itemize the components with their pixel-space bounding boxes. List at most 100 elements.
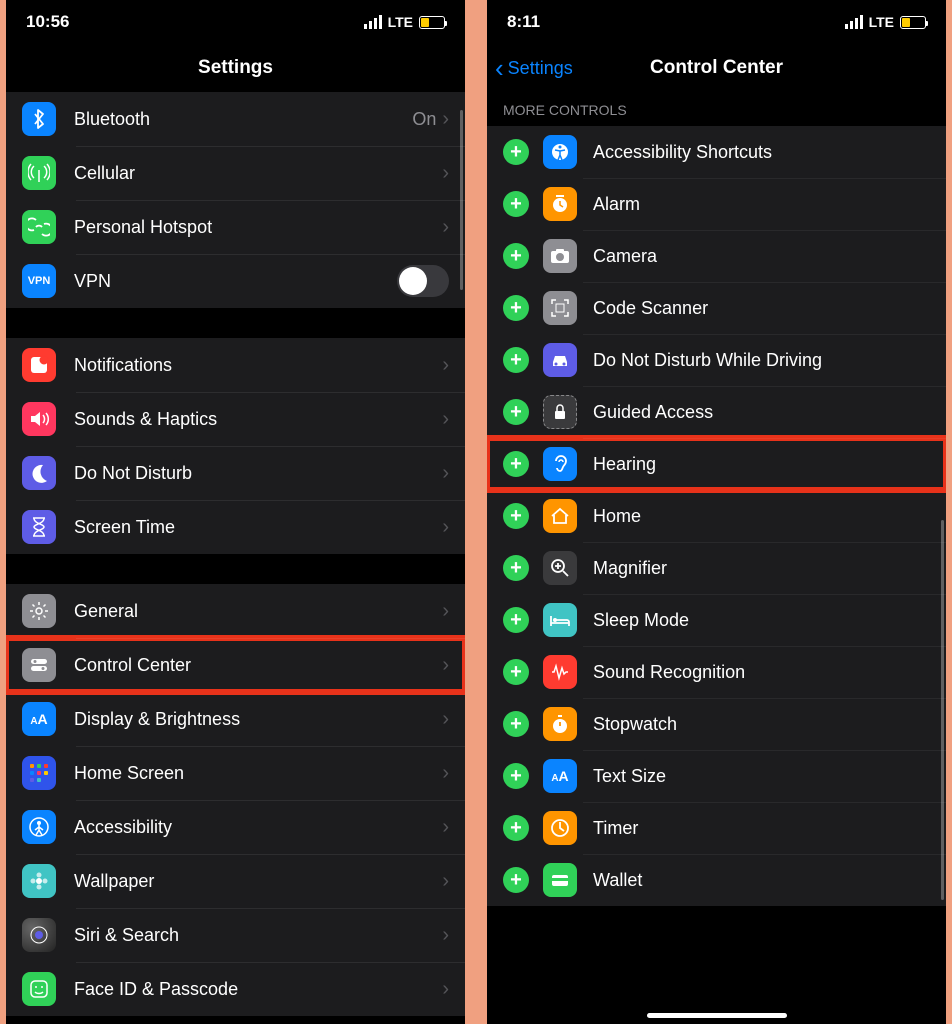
add-button[interactable]: +: [503, 347, 529, 373]
add-button[interactable]: +: [503, 607, 529, 633]
control-row-hearing[interactable]: + Hearing: [487, 438, 946, 490]
row-label: Notifications: [74, 355, 442, 376]
control-label: Do Not Disturb While Driving: [593, 350, 822, 371]
settings-row-bluetooth[interactable]: BluetoothOn›: [6, 92, 465, 146]
control-row-alarm[interactable]: +Alarm: [487, 178, 946, 230]
settings-row-general[interactable]: General›: [6, 584, 465, 638]
row-label: Siri & Search: [74, 925, 442, 946]
home-icon: [543, 499, 577, 533]
chevron-right-icon: ›: [442, 462, 449, 485]
signal-icon: [364, 15, 382, 29]
timer-icon: [543, 811, 577, 845]
carrier-label: LTE: [388, 14, 413, 30]
control-row-timer[interactable]: +Timer: [487, 802, 946, 854]
add-button[interactable]: +: [503, 815, 529, 841]
scrollbar[interactable]: [460, 110, 463, 290]
control-row-text-size[interactable]: +AAText Size: [487, 750, 946, 802]
code-scanner-icon: [543, 291, 577, 325]
settings-row-siri[interactable]: Siri & Search›: [6, 908, 465, 962]
general-icon: [22, 594, 56, 628]
control-row-magnifier[interactable]: + Magnifier: [487, 542, 946, 594]
add-button[interactable]: +: [503, 659, 529, 685]
add-button[interactable]: +: [503, 399, 529, 425]
control-row-wallet[interactable]: +Wallet: [487, 854, 946, 906]
add-button[interactable]: +: [503, 503, 529, 529]
add-button[interactable]: +: [503, 243, 529, 269]
chevron-right-icon: ›: [442, 408, 449, 431]
control-row-guided-access[interactable]: +Guided Access: [487, 386, 946, 438]
control-row-sleep-mode[interactable]: + Sleep Mode: [487, 594, 946, 646]
settings-row-display[interactable]: AADisplay & Brightness›: [6, 692, 465, 746]
row-label: Personal Hotspot: [74, 217, 442, 238]
chevron-right-icon: ›: [442, 162, 449, 185]
vpn-icon: VPN: [22, 264, 56, 298]
settings-row-faceid[interactable]: Face ID & Passcode›: [6, 962, 465, 1016]
control-row-accessibility-shortcuts[interactable]: +Accessibility Shortcuts: [487, 126, 946, 178]
header: ‹ Settings Control Center: [487, 44, 946, 92]
control-label: Magnifier: [593, 558, 667, 579]
add-button[interactable]: +: [503, 191, 529, 217]
status-right: LTE: [364, 14, 445, 30]
battery-icon: [419, 16, 445, 29]
cellular-icon: [22, 156, 56, 190]
settings-row-hotspot[interactable]: Personal Hotspot›: [6, 200, 465, 254]
add-button[interactable]: +: [503, 295, 529, 321]
control-row-home[interactable]: +Home: [487, 490, 946, 542]
sleep-mode-icon: [543, 603, 577, 637]
add-button[interactable]: +: [503, 867, 529, 893]
add-button[interactable]: +: [503, 451, 529, 477]
home-indicator[interactable]: [647, 1013, 787, 1018]
settings-row-dnd[interactable]: Do Not Disturb›: [6, 446, 465, 500]
display-icon: AA: [22, 702, 56, 736]
battery-icon: [900, 16, 926, 29]
chevron-right-icon: ›: [442, 708, 449, 731]
add-button[interactable]: +: [503, 711, 529, 737]
siri-icon: [22, 918, 56, 952]
scrollbar[interactable]: [941, 520, 944, 900]
control-row-camera[interactable]: +Camera: [487, 230, 946, 282]
page-title: Settings: [198, 57, 273, 79]
add-button[interactable]: +: [503, 763, 529, 789]
settings-row-homescreen[interactable]: Home Screen›: [6, 746, 465, 800]
row-label: Wallpaper: [74, 871, 442, 892]
settings-row-screentime[interactable]: Screen Time›: [6, 500, 465, 554]
magnifier-icon: [543, 551, 577, 585]
faceid-icon: [22, 972, 56, 1006]
dnd-driving-icon: [543, 343, 577, 377]
settings-row-controlcenter[interactable]: Control Center›: [6, 638, 465, 692]
status-bar: 8:11 LTE: [487, 0, 946, 44]
settings-row-vpn[interactable]: VPNVPN: [6, 254, 465, 308]
controls-list[interactable]: MORE CONTROLS +Accessibility Shortcuts+A…: [487, 92, 946, 1024]
bluetooth-icon: [22, 102, 56, 136]
row-label: Accessibility: [74, 817, 442, 838]
control-label: Code Scanner: [593, 298, 708, 319]
row-label: Face ID & Passcode: [74, 979, 442, 1000]
chevron-right-icon: ›: [442, 924, 449, 947]
chevron-right-icon: ›: [442, 354, 449, 377]
back-button[interactable]: ‹ Settings: [495, 55, 573, 81]
settings-row-cellular[interactable]: Cellular›: [6, 146, 465, 200]
signal-icon: [845, 15, 863, 29]
settings-list[interactable]: BluetoothOn›Cellular›Personal Hotspot›VP…: [6, 92, 465, 1024]
add-button[interactable]: +: [503, 555, 529, 581]
control-label: Sleep Mode: [593, 610, 689, 631]
control-row-code-scanner[interactable]: + Code Scanner: [487, 282, 946, 334]
control-label: Hearing: [593, 454, 656, 475]
settings-row-wallpaper[interactable]: Wallpaper›: [6, 854, 465, 908]
control-row-sound-recognition[interactable]: +Sound Recognition: [487, 646, 946, 698]
add-button[interactable]: +: [503, 139, 529, 165]
control-label: Stopwatch: [593, 714, 677, 735]
settings-row-sounds[interactable]: Sounds & Haptics›: [6, 392, 465, 446]
control-row-dnd-driving[interactable]: + Do Not Disturb While Driving: [487, 334, 946, 386]
text-size-icon: AA: [543, 759, 577, 793]
settings-row-notifications[interactable]: Notifications›: [6, 338, 465, 392]
control-row-stopwatch[interactable]: + Stopwatch: [487, 698, 946, 750]
hotspot-icon: [22, 210, 56, 244]
row-label: Do Not Disturb: [74, 463, 442, 484]
homescreen-icon: [22, 756, 56, 790]
screentime-icon: [22, 510, 56, 544]
settings-row-accessibility[interactable]: Accessibility›: [6, 800, 465, 854]
toggle[interactable]: [397, 265, 449, 297]
chevron-right-icon: ›: [442, 516, 449, 539]
chevron-right-icon: ›: [442, 216, 449, 239]
